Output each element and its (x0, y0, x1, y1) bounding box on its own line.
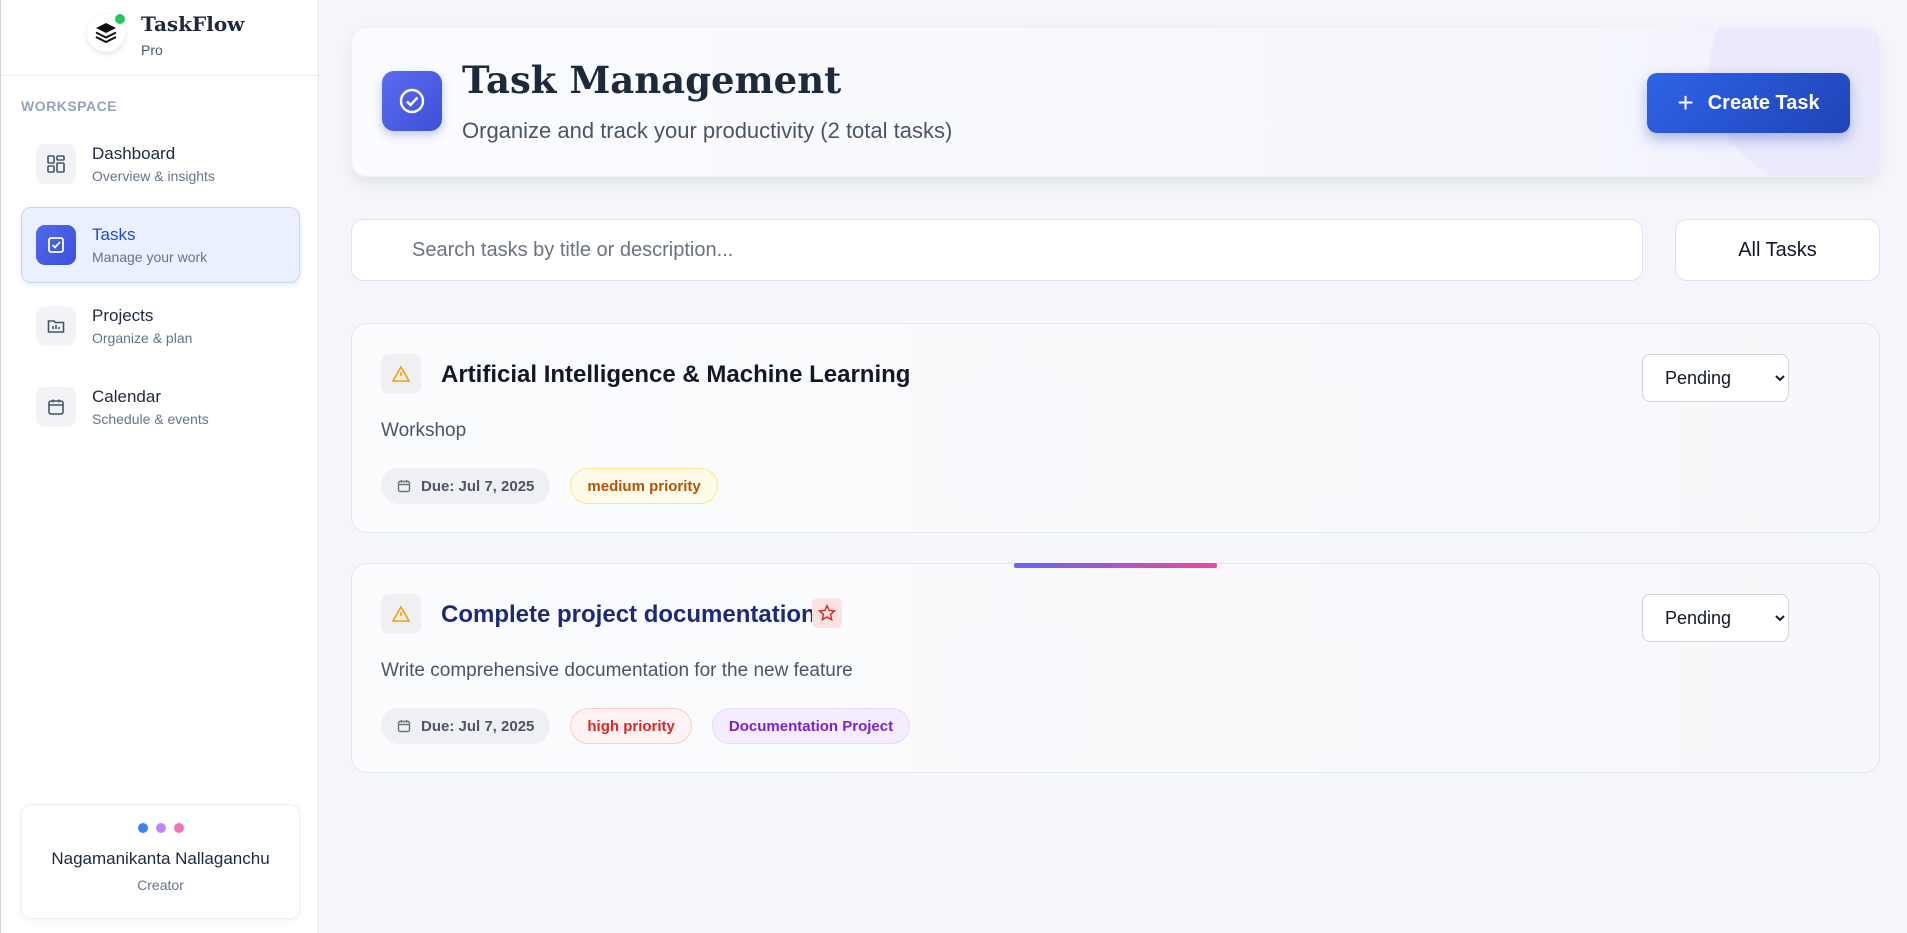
page-subtitle: Organize and track your productivity (2 … (462, 118, 953, 143)
layers-logo-icon (87, 12, 127, 52)
creator-name: Nagamanikanta Nallaganchu (51, 849, 270, 868)
task-title: Artificial Intelligence & Machine Learni… (441, 361, 911, 388)
task-card[interactable]: Artificial Intelligence & Machine Learni… (351, 323, 1880, 533)
sidebar-item-dashboard[interactable]: Dashboard Overview & insights (21, 126, 300, 202)
task-meta: Due: Jul 7, 2025 medium priority (381, 468, 718, 504)
sidebar-item-calendar[interactable]: Calendar Schedule & events (21, 369, 300, 445)
priority-badge: medium priority (570, 468, 718, 504)
due-date-badge: Due: Jul 7, 2025 (381, 708, 551, 744)
brand-name: TaskFlow (141, 12, 245, 36)
sidebar-item-subtitle: Overview & insights (92, 168, 215, 184)
search-input[interactable] (351, 219, 1643, 281)
sidebar-item-tasks[interactable]: Tasks Manage your work (21, 207, 300, 283)
sidebar-item-title: Tasks (92, 225, 136, 244)
creator-card: Nagamanikanta Nallaganchu Creator (21, 804, 300, 919)
star-icon[interactable] (812, 598, 842, 628)
status-select[interactable]: Pending (1642, 354, 1789, 402)
due-date-badge: Due: Jul 7, 2025 (381, 468, 551, 504)
warning-icon (381, 594, 421, 634)
due-date-text: Due: Jul 7, 2025 (421, 717, 535, 735)
dashboard-grid-icon (36, 144, 76, 184)
folder-chart-icon (36, 306, 76, 346)
sidebar-item-title: Dashboard (92, 144, 176, 163)
sidebar-nav: Dashboard Overview & insights Tasks Mana… (21, 126, 300, 450)
status-select[interactable]: Pending (1642, 594, 1789, 642)
create-task-label: Create Task (1707, 91, 1820, 114)
due-date-text: Due: Jul 7, 2025 (421, 477, 535, 495)
plus-icon: + (1677, 87, 1694, 118)
filter-dropdown[interactable]: All Tasks (1675, 219, 1880, 281)
check-square-icon (36, 225, 76, 265)
sidebar-item-subtitle: Manage your work (92, 249, 208, 265)
check-circle-icon (382, 71, 442, 131)
page-header: Task Management Organize and track your … (351, 27, 1880, 177)
brand-tier: Pro (141, 42, 163, 58)
workspace-label: WORKSPACE (21, 98, 118, 114)
calendar-icon (397, 480, 411, 493)
calendar-icon (36, 387, 76, 427)
online-status-dot (113, 12, 127, 26)
sidebar-item-title: Projects (92, 306, 154, 325)
hover-accent-bar (1014, 563, 1217, 568)
priority-badge: high priority (570, 708, 692, 744)
task-title: Complete project documentation (441, 601, 816, 628)
task-card[interactable]: Complete project documentation Write com… (351, 563, 1880, 773)
sidebar-item-subtitle: Schedule & events (92, 411, 209, 427)
task-meta: Due: Jul 7, 2025 high priority Documenta… (381, 708, 911, 744)
calendar-icon (397, 720, 411, 733)
project-badge[interactable]: Documentation Project (711, 708, 911, 744)
create-task-button[interactable]: + Create Task (1647, 73, 1850, 133)
sidebar-item-title: Calendar (92, 387, 161, 406)
task-description: Workshop (381, 420, 467, 441)
dot-blue (137, 823, 148, 833)
task-description: Write comprehensive documentation for th… (381, 660, 853, 681)
sidebar-item-subtitle: Organize & plan (92, 330, 193, 346)
creator-role: Creator (137, 877, 184, 893)
sidebar: TaskFlow Pro WORKSPACE Dashboard Overvie… (0, 0, 319, 933)
decorative-dots (22, 823, 299, 833)
warning-icon (381, 354, 421, 394)
sidebar-item-projects[interactable]: Projects Organize & plan (21, 288, 300, 364)
dot-purple (155, 823, 166, 833)
page-title: Task Management (462, 58, 842, 102)
dot-pink (173, 823, 184, 833)
brand: TaskFlow Pro (1, 0, 318, 76)
